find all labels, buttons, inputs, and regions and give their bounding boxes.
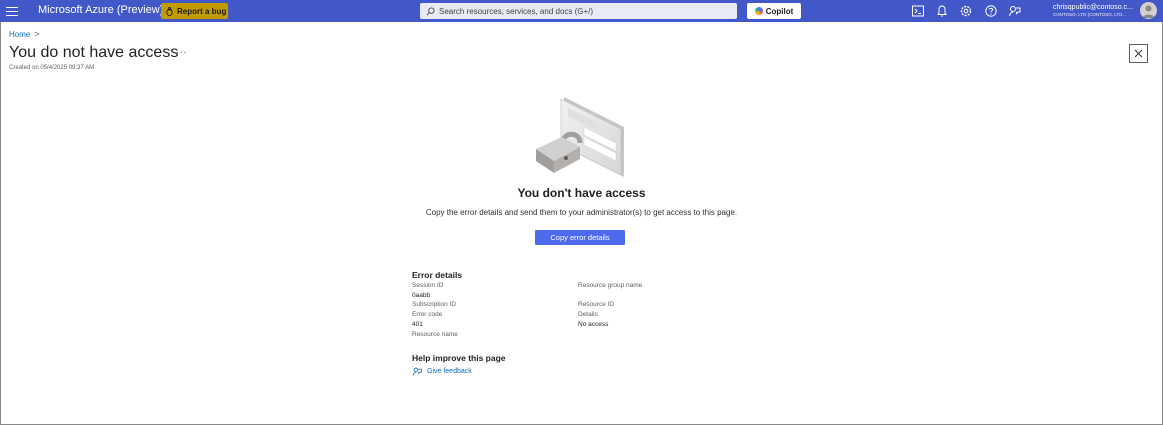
error-code-value: 401 <box>412 321 423 328</box>
resource-id-label: Resource ID <box>578 301 615 308</box>
cloud-shell-icon[interactable] <box>911 4 925 18</box>
resource-name-label: Resource name <box>412 331 458 338</box>
avatar[interactable] <box>1140 2 1157 19</box>
error-code-label: Error code <box>412 311 443 318</box>
global-search[interactable] <box>420 3 737 19</box>
give-feedback-label: Give feedback <box>427 368 472 375</box>
copilot-button[interactable]: Copilot <box>747 3 801 19</box>
session-id-label: Session ID <box>412 282 444 289</box>
close-button[interactable] <box>1129 44 1148 63</box>
close-icon <box>1134 49 1143 58</box>
give-feedback-link[interactable]: Give feedback <box>412 366 472 377</box>
account-name: chrisqpublic@contoso.c... <box>1053 4 1133 11</box>
more-options-button[interactable]: ... <box>176 45 187 56</box>
account-org: CONTOSO, LTD (CONTOSO, LTD... <box>1053 12 1127 17</box>
created-timestamp: Created on 05/4/2025 09:37 AM <box>9 65 95 71</box>
session-id-value: 0aabb <box>412 292 431 299</box>
report-bug-button[interactable]: Report a bug <box>161 3 228 19</box>
copy-error-details-button[interactable]: Copy error details <box>535 230 625 245</box>
no-access-description: Copy the error details and send them to … <box>425 208 738 217</box>
menu-icon[interactable] <box>6 4 18 18</box>
breadcrumb-home[interactable]: Home <box>9 30 30 39</box>
copilot-label: Copilot <box>765 6 794 16</box>
feedback-icon <box>412 367 422 376</box>
help-icon[interactable] <box>984 4 998 18</box>
top-navigation-bar: Microsoft Azure (Preview) Report a bug C… <box>0 0 1163 22</box>
feedback-icon[interactable] <box>1008 4 1022 18</box>
error-details-title: Error details <box>412 270 463 280</box>
report-bug-label: Report a bug <box>177 6 227 16</box>
page-title: You do not have access <box>9 44 179 61</box>
breadcrumb-separator: > <box>34 29 40 39</box>
breadcrumb: Home > <box>9 29 40 39</box>
details-value: No access <box>578 321 609 328</box>
help-improve-title: Help improve this page <box>412 353 506 363</box>
no-access-heading: You don't have access <box>517 186 646 200</box>
no-access-illustration <box>528 93 630 179</box>
app-title[interactable]: Microsoft Azure (Preview) <box>38 4 163 16</box>
search-icon <box>426 6 435 15</box>
resource-group-label: Resource group name <box>578 282 643 289</box>
subscription-id-label: Subscription ID <box>412 301 457 308</box>
notifications-icon[interactable] <box>935 4 949 18</box>
details-label: Details <box>578 311 598 318</box>
bug-icon <box>166 6 173 16</box>
copilot-icon <box>754 7 763 15</box>
account-info[interactable]: chrisqpublic@contoso.c... CONTOSO, LTD (… <box>1053 4 1133 18</box>
search-input[interactable] <box>439 6 729 16</box>
settings-icon[interactable] <box>959 4 973 18</box>
